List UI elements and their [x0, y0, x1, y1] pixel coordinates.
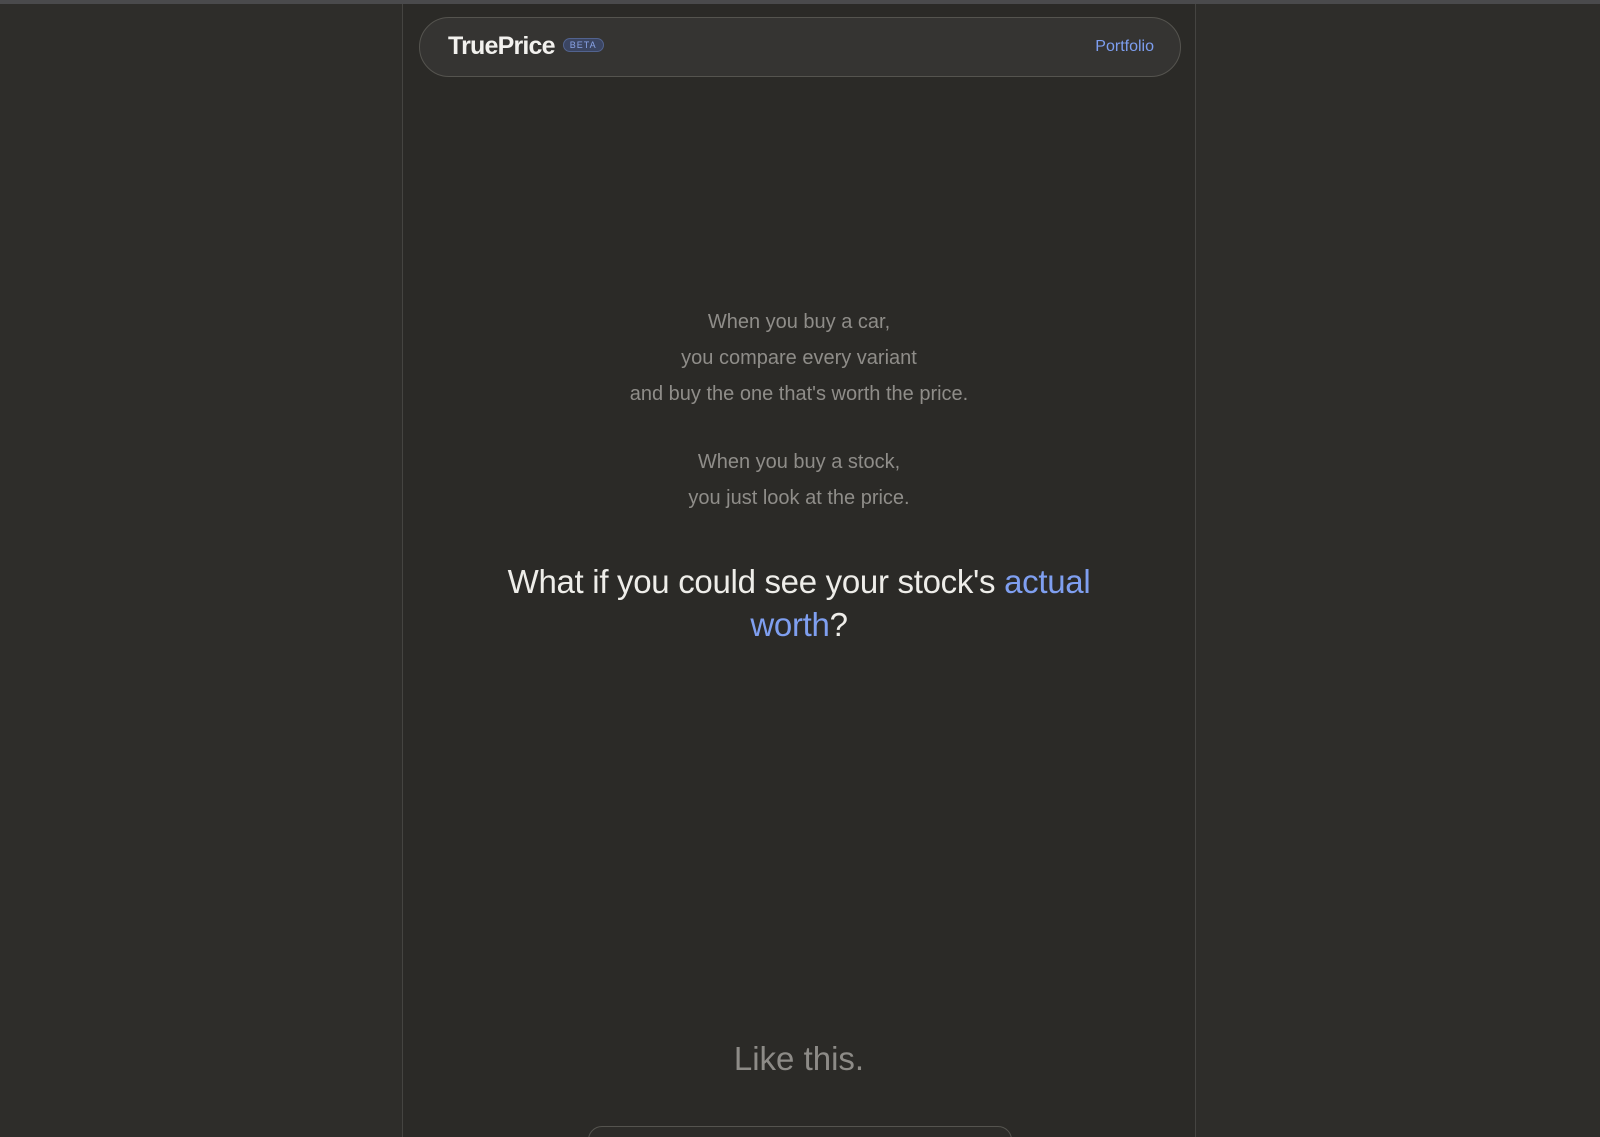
intro-stock-paragraph: When you buy a stock, you just look at t…: [403, 444, 1195, 516]
demo-section-label: Like this.: [733, 1040, 865, 1077]
intro-line: you compare every variant: [681, 347, 917, 369]
intro-line: When you buy a stock,: [697, 451, 901, 473]
demo-card: [588, 1126, 1012, 1137]
portfolio-link[interactable]: Portfolio: [1095, 38, 1154, 56]
page-column: TruePrice BETA Portfolio When you buy a …: [402, 4, 1196, 1137]
headline-suffix: ?: [829, 606, 848, 643]
intro-car-paragraph: When you buy a car, you compare every va…: [403, 304, 1195, 412]
beta-badge: BETA: [562, 37, 604, 52]
headline-prefix: What if you could see your stock's: [507, 563, 1005, 600]
brand[interactable]: TruePrice BETA: [448, 32, 604, 61]
hero-headline: What if you could see your stock's actua…: [463, 560, 1135, 646]
intro-line: When you buy a car,: [707, 311, 891, 333]
intro-line: you just look at the price.: [688, 487, 910, 509]
brand-logo-text[interactable]: TruePrice: [448, 32, 556, 61]
navbar: TruePrice BETA Portfolio: [419, 17, 1181, 77]
intro-line: and buy the one that's worth the price.: [629, 383, 969, 405]
